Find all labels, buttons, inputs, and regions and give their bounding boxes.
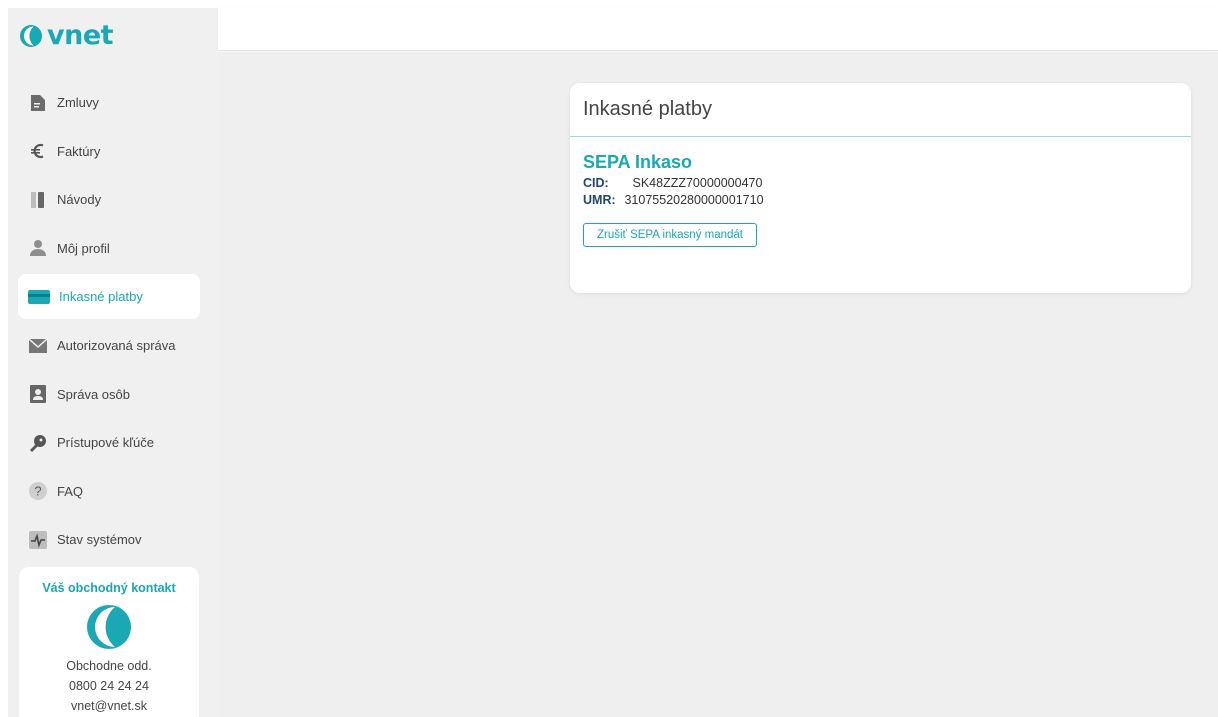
sidebar-item-label: Prístupové kľúče: [57, 435, 155, 451]
contact-title: Váš obchodný kontakt: [42, 581, 176, 595]
sidebar-item-label: Môj profil: [57, 240, 110, 256]
contact-email[interactable]: vnet@vnet.sk: [19, 696, 199, 716]
sidebar-item-label: Zmluvy: [57, 95, 99, 110]
sidebar: vnet Zmluvy Faktúry Návody Môj profil In…: [8, 8, 218, 717]
pulse-icon: [28, 530, 48, 550]
contact-avatar-icon: [86, 604, 132, 650]
sidebar-item-autorizovana-sprava[interactable]: Autorizovaná správa: [18, 323, 200, 368]
logo-text: vnet: [47, 20, 114, 51]
sidebar-item-label: Správa osôb: [57, 386, 130, 402]
logo[interactable]: vnet: [19, 20, 114, 51]
sidebar-item-inkasne-platby[interactable]: Inkasné platby: [18, 274, 200, 320]
sidebar-item-label: Autorizovaná správa: [57, 337, 176, 353]
sidebar-item-label: Faktúry: [57, 143, 101, 159]
user-icon: [28, 238, 48, 258]
svg-text:?: ?: [34, 484, 41, 499]
sidebar-item-moj-profil[interactable]: Môj profil: [18, 226, 200, 271]
top-bar: [218, 8, 1218, 51]
sidebar-item-pristupove-kluce[interactable]: Prístupové kľúče: [18, 420, 200, 465]
card-title: Inkasné platby: [570, 83, 1191, 137]
sidebar-item-zmluvy[interactable]: Zmluvy: [18, 80, 200, 125]
envelope-icon: [28, 335, 48, 355]
sidebar-item-faq[interactable]: ? FAQ: [18, 469, 200, 514]
vnet-logo-icon: [20, 25, 42, 47]
book-icon: [28, 190, 48, 210]
sidebar-nav: Zmluvy Faktúry Návody Môj profil Inkasné…: [18, 80, 200, 566]
sidebar-item-label: Inkasné platby: [59, 289, 143, 305]
sidebar-item-faktury[interactable]: Faktúry: [18, 129, 200, 174]
card-icon: [28, 287, 50, 307]
contact-name: Obchodne odd.: [66, 659, 152, 673]
cid-label: CID:: [583, 176, 609, 190]
sidebar-item-navody[interactable]: Návody: [18, 177, 200, 222]
sidebar-item-label: Návody: [57, 192, 102, 208]
sidebar-item-stav-systemov[interactable]: Stav systémov: [18, 517, 200, 562]
cancel-sepa-mandate-button[interactable]: Zrušiť SEPA inkasný mandát: [583, 223, 757, 247]
document-icon: [28, 93, 48, 113]
euro-icon: [28, 141, 48, 161]
business-contact-panel: Váš obchodný kontakt Obchodne odd. 0800 …: [19, 567, 199, 717]
cid-row: CID: SK48ZZZ70000000470: [583, 176, 1178, 190]
question-icon: ?: [28, 481, 48, 501]
cid-value: SK48ZZZ70000000470: [632, 176, 763, 190]
umr-value: 31075520280000001710: [624, 193, 764, 207]
main-content: Inkasné platby SEPA Inkaso CID: SK48ZZZ7…: [218, 52, 1218, 717]
sidebar-item-label: Stav systémov: [57, 532, 142, 548]
direct-debit-card: Inkasné platby SEPA Inkaso CID: SK48ZZZ7…: [570, 83, 1191, 293]
key-icon: [28, 433, 48, 453]
umr-row: UMR: 31075520280000001710: [583, 193, 1178, 207]
sidebar-item-label: FAQ: [57, 483, 84, 499]
sidebar-item-sprava-osob[interactable]: Správa osôb: [18, 372, 200, 417]
sepa-section-title: SEPA Inkaso: [583, 152, 693, 172]
person-card-icon: [28, 384, 48, 404]
umr-label: UMR:: [583, 193, 616, 207]
contact-phone[interactable]: 0800 24 24 24: [19, 676, 199, 696]
